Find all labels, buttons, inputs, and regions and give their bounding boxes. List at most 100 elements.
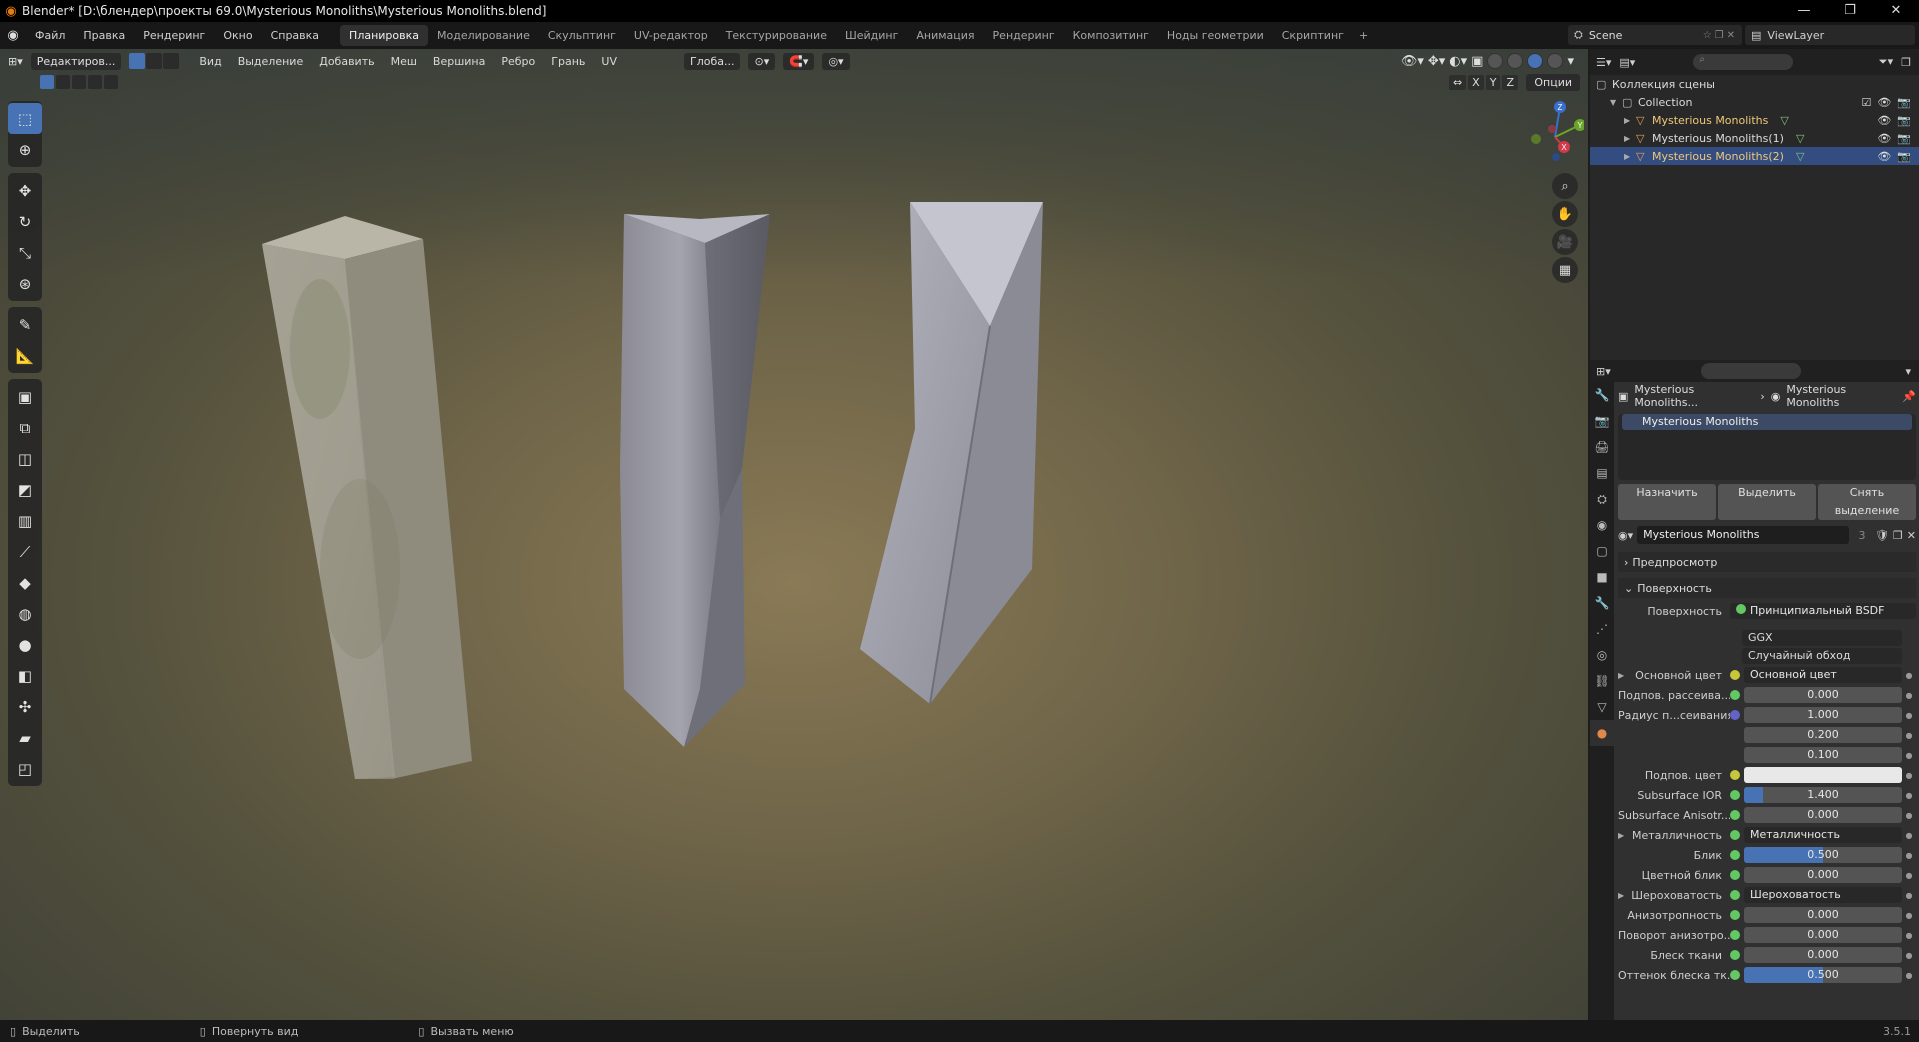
eye-icon[interactable]: 👁 [1877, 132, 1891, 145]
outliner-object-row-selected[interactable]: ▶ ▽ Mysterious Monoliths(2) ▽ 👁 📷 [1590, 147, 1919, 165]
gizmo-neg-y[interactable] [1531, 134, 1541, 144]
transform-tool-icon[interactable]: ⊛ [8, 268, 42, 299]
socket-dot-icon[interactable] [1730, 910, 1740, 920]
editor-type-icon[interactable]: ⊞▾ [8, 55, 23, 68]
socket-dot-icon[interactable] [1730, 970, 1740, 980]
options-dropdown[interactable]: Опции [1526, 74, 1580, 91]
add-workspace-button[interactable]: + [1353, 25, 1374, 46]
keyframe-dot-icon[interactable]: ● [1902, 831, 1916, 840]
socket-dot-icon[interactable] [1730, 830, 1740, 840]
xray-toggle-icon[interactable]: ▣ [1471, 54, 1483, 69]
outliner-object-row[interactable]: ▶ ▽ Mysterious Monoliths ▽ 👁 📷 [1590, 111, 1919, 129]
ortho-grid-icon[interactable]: ▦ [1552, 257, 1578, 283]
linked-input-field[interactable]: Шероховатость [1744, 887, 1902, 903]
knife-tool-icon[interactable]: ⟋ [8, 536, 42, 567]
expand-arrow-icon[interactable]: ▶ [1624, 116, 1636, 125]
snap-icon[interactable]: 🧲▾ [783, 52, 815, 70]
properties-search-input[interactable] [1700, 363, 1801, 379]
shrink-fatten-tool-icon[interactable]: ✣ [8, 691, 42, 722]
number-field[interactable]: 0.000 [1744, 947, 1902, 963]
view-layer-tab-icon[interactable]: ▤ [1590, 460, 1614, 486]
data-tab-icon[interactable]: ▽ [1590, 694, 1614, 720]
keyframe-dot-icon[interactable]: ● [1902, 811, 1916, 820]
viewport-menu-edge[interactable]: Ребро [493, 55, 543, 68]
number-field[interactable]: 0.500 [1744, 967, 1902, 983]
scene-actions-icon[interactable]: ☆❐✕ [1703, 30, 1742, 41]
distribution-dropdown[interactable]: GGX [1742, 630, 1902, 646]
inset-tool-icon[interactable]: ◫ [8, 443, 42, 474]
object-tab-icon[interactable]: ■ [1590, 564, 1614, 590]
assign-button[interactable]: Назначить [1618, 484, 1716, 520]
gizmo-toggle-icon[interactable]: ✥▾ [1428, 54, 1445, 69]
expand-arrow-icon[interactable]: ▶ [1618, 831, 1628, 840]
material-tab-icon[interactable]: ● [1590, 720, 1614, 746]
viewport-menu-vertex[interactable]: Вершина [425, 55, 493, 68]
socket-dot-icon[interactable] [1730, 790, 1740, 800]
vertex-select-icon[interactable] [129, 53, 146, 69]
number-field[interactable]: 1.400 [1744, 787, 1902, 803]
viewport-menu-select[interactable]: Выделение [230, 55, 312, 68]
duplicate-material-icon[interactable]: ❐ [1893, 529, 1903, 542]
socket-dot-icon[interactable] [1730, 710, 1740, 720]
loop-cut-tool-icon[interactable]: ▥ [8, 505, 42, 536]
expand-arrow-icon[interactable]: ▶ [1618, 891, 1628, 900]
socket-dot-icon[interactable] [1730, 950, 1740, 960]
subtract-selection-icon[interactable] [72, 75, 86, 89]
pin-icon[interactable]: 📌 [1902, 390, 1916, 403]
tab-texture-paint[interactable]: Текстурирование [717, 25, 836, 46]
monolith-2[interactable] [620, 214, 770, 747]
orientation-dropdown[interactable]: Глоба... [684, 52, 741, 70]
navigation-gizmo[interactable]: Z Y X [1500, 95, 1584, 179]
blender-menu-icon[interactable]: ◉ [0, 28, 26, 43]
close-button[interactable]: ✕ [1873, 0, 1919, 22]
socket-dot-icon[interactable] [1730, 850, 1740, 860]
fake-user-icon[interactable]: 🛡 [1875, 529, 1889, 542]
number-field[interactable]: 0.100 [1744, 747, 1902, 763]
eye-icon[interactable]: 👁 [1877, 96, 1891, 109]
edge-slide-tool-icon[interactable]: ◧ [8, 660, 42, 691]
camera-icon[interactable]: 📷 [1897, 114, 1911, 127]
viewport-menu-face[interactable]: Грань [543, 55, 593, 68]
viewport-menu-uv[interactable]: UV [593, 55, 625, 68]
menu-edit[interactable]: Правка [74, 22, 134, 49]
extrude-tool-icon[interactable]: ⧉ [8, 412, 42, 443]
viewlayer-selector[interactable]: ▤ ViewLayer [1745, 25, 1915, 45]
smooth-tool-icon[interactable]: ● [8, 629, 42, 660]
gizmo-neg-x[interactable] [1548, 125, 1556, 133]
viewport-menu-mesh[interactable]: Меш [383, 55, 425, 68]
menu-render[interactable]: Рендеринг [134, 22, 214, 49]
modifier-tab-icon[interactable]: 🔧 [1590, 590, 1614, 616]
output-tab-icon[interactable]: 🖨 [1590, 434, 1614, 460]
keyframe-dot-icon[interactable]: ● [1902, 951, 1916, 960]
mirror-y-toggle[interactable]: Y [1485, 75, 1501, 90]
scene-selector[interactable]: ⛭ Scene ☆❐✕ [1568, 25, 1742, 45]
rotate-tool-icon[interactable]: ↻ [8, 206, 42, 237]
physics-tab-icon[interactable]: ◎ [1590, 642, 1614, 668]
pan-hand-icon[interactable]: ✋ [1552, 201, 1578, 227]
deselect-button[interactable]: Снять выделение [1818, 484, 1916, 520]
eye-icon[interactable]: 👁 [1877, 150, 1891, 163]
expand-arrow-icon[interactable]: ▶ [1624, 152, 1636, 161]
collection-tab-icon[interactable]: ▢ [1590, 538, 1614, 564]
spin-tool-icon[interactable]: ◍ [8, 598, 42, 629]
minimize-button[interactable]: — [1781, 0, 1827, 22]
intersect-selection-icon[interactable] [104, 75, 118, 89]
properties-options-icon[interactable]: ▾ [1905, 365, 1919, 378]
proportional-edit-icon[interactable]: ◎▾ [822, 52, 850, 70]
shear-tool-icon[interactable]: ▰ [8, 722, 42, 753]
scale-tool-icon[interactable]: ⤡ [8, 237, 42, 268]
shading-options-icon[interactable]: ▾ [1567, 54, 1574, 69]
wireframe-shading-icon[interactable] [1487, 53, 1504, 69]
collection-row[interactable]: ▼ ▢ Collection ☑ 👁 📷 [1590, 93, 1919, 111]
overlay-toggle-icon[interactable]: ◐▾ [1449, 54, 1467, 69]
keyframe-dot-icon[interactable]: ● [1902, 711, 1916, 720]
zoom-icon[interactable]: ⌕ [1552, 173, 1578, 199]
keyframe-dot-icon[interactable]: ● [1902, 771, 1916, 780]
number-field[interactable]: 0.000 [1744, 907, 1902, 923]
camera-icon[interactable]: 📷 [1897, 96, 1911, 109]
keyframe-dot-icon[interactable]: ● [1902, 691, 1916, 700]
outliner-search-input[interactable]: ⌕ [1693, 54, 1794, 70]
properties-editor-icon[interactable]: ⊞▾ [1596, 365, 1611, 378]
tab-modeling[interactable]: Моделирование [428, 25, 539, 46]
pivot-icon[interactable]: ⊙▾ [748, 52, 776, 70]
